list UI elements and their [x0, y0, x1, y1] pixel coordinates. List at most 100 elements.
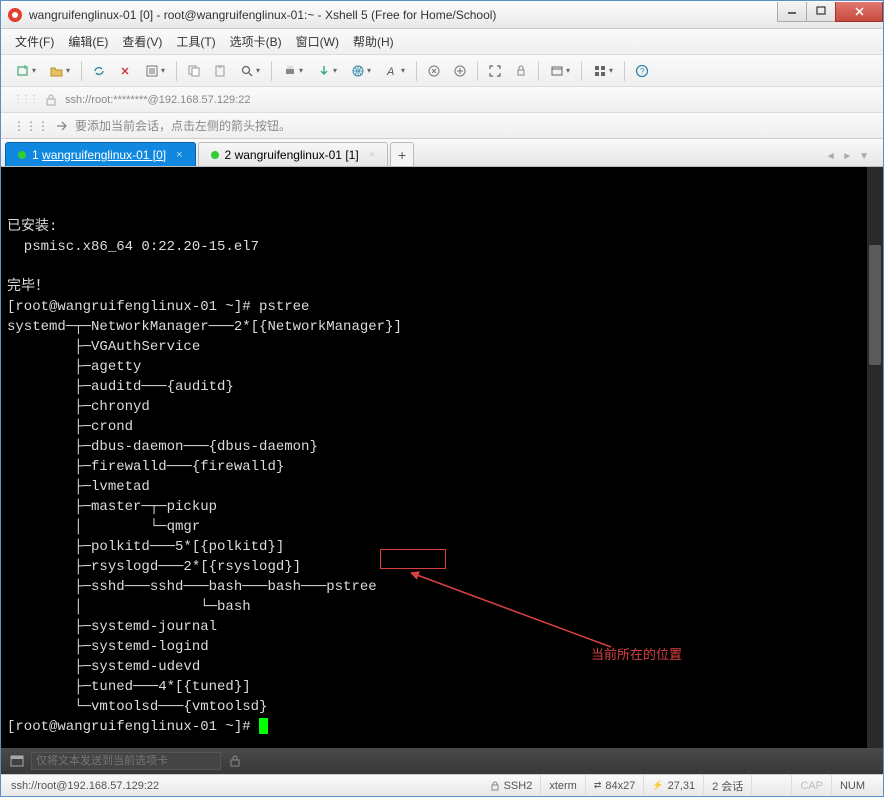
separator — [538, 61, 539, 81]
terminal-line: [root@wangruifenglinux-01 ~]# pstree — [7, 299, 309, 315]
menu-tabs[interactable]: 选项卡(B) — [230, 33, 282, 50]
status-address: ssh://root@192.168.57.129:22 — [11, 780, 482, 792]
send-input[interactable] — [31, 752, 221, 770]
status-ssh: SSH2 — [482, 775, 541, 796]
cursor — [259, 718, 268, 734]
terminal-line: ├─dbus-daemon───{dbus-daemon} — [7, 439, 318, 455]
terminal-line: ├─firewalld───{firewalld} — [7, 459, 284, 475]
address-text[interactable]: ssh://root:********@192.168.57.129:22 — [65, 94, 250, 106]
menu-view[interactable]: 查看(V) — [122, 33, 162, 50]
svg-text:A: A — [386, 66, 394, 78]
send-lock-icon[interactable] — [227, 753, 243, 769]
sessions-button[interactable] — [545, 60, 575, 82]
globe-button[interactable] — [346, 60, 376, 82]
window-title: wangruifenglinux-01 [0] - root@wangruife… — [29, 8, 778, 22]
terminal-line: ├─polkitd───5*[{polkitd}] — [7, 539, 284, 555]
session-tab-2[interactable]: 2 wangruifenglinux-01 [1] × — [198, 142, 389, 166]
menu-help[interactable]: 帮助(H) — [353, 33, 394, 50]
terminal[interactable]: 已安装: psmisc.x86_64 0:22.20-15.el7 完毕！ [r… — [1, 167, 883, 748]
layout-button[interactable] — [588, 60, 618, 82]
terminal-line: ├─agetty — [7, 359, 141, 375]
separator — [81, 61, 82, 81]
app-window: wangruifenglinux-01 [0] - root@wangruife… — [0, 0, 884, 797]
font-button[interactable]: A — [380, 60, 410, 82]
tab-number: 2 — [225, 148, 232, 162]
tab-close-icon[interactable]: × — [369, 149, 375, 161]
reconnect-button[interactable] — [88, 60, 110, 82]
grip-icon: ⋮⋮⋮ — [13, 94, 37, 105]
tab-number: 1 — [32, 148, 39, 162]
terminal-prompt: [root@wangruifenglinux-01 ~]# — [7, 719, 259, 735]
status-sessions: 2 会话 — [703, 775, 751, 796]
send-target-icon[interactable] — [9, 753, 25, 769]
add-session-icon[interactable] — [55, 119, 69, 133]
terminal-line: │ └─bash — [7, 599, 251, 615]
menu-window[interactable]: 窗口(W) — [296, 33, 339, 50]
terminal-line: ├─tuned───4*[{tuned}] — [7, 679, 251, 695]
terminal-line: ├─sshd───sshd───bash───bash───pstree — [7, 579, 377, 595]
properties-button[interactable] — [140, 60, 170, 82]
find-button[interactable] — [235, 60, 265, 82]
menubar: 文件(F) 编辑(E) 查看(V) 工具(T) 选项卡(B) 窗口(W) 帮助(… — [1, 29, 883, 55]
terminal-line: ├─auditd───{auditd} — [7, 379, 234, 395]
status-spacer — [751, 775, 791, 796]
status-term: xterm — [540, 775, 585, 796]
terminal-line: ├─rsyslogd───2*[{rsyslogd}] — [7, 559, 301, 575]
maximize-button[interactable] — [806, 2, 836, 22]
status-cap: CAP — [791, 775, 831, 796]
session-tab-1[interactable]: 1 wangruifenglinux-01 [0] × — [5, 142, 196, 166]
terminal-line: ├─VGAuthService — [7, 339, 200, 355]
hint-bar: ⋮⋮⋮ 要添加当前会话，点击左侧的箭头按钮。 — [1, 113, 883, 139]
status-pos: ⚡ 27,31 — [643, 775, 703, 796]
help-button[interactable]: ? — [631, 60, 653, 82]
separator — [271, 61, 272, 81]
terminal-line: ├─crond — [7, 419, 133, 435]
terminal-line: 已安装: — [7, 219, 57, 235]
menu-tools[interactable]: 工具(T) — [176, 33, 215, 50]
minimize-button[interactable] — [777, 2, 807, 22]
separator — [581, 61, 582, 81]
terminal-line: └─vmtoolsd───{vmtoolsd} — [7, 699, 267, 715]
terminal-line: ├─chronyd — [7, 399, 150, 415]
annotation-text: 当前所在的位置 — [591, 645, 682, 665]
status-size: ⇄ 84x27 — [585, 775, 644, 796]
paste-button[interactable] — [209, 60, 231, 82]
lock-icon — [490, 781, 500, 791]
lock-icon — [45, 94, 57, 106]
lock-button[interactable] — [510, 60, 532, 82]
grip-icon: ⋮⋮⋮ — [13, 119, 49, 133]
scroll-thumb[interactable] — [869, 245, 881, 365]
status-num: NUM — [831, 775, 873, 796]
terminal-line: ├─systemd-udevd — [7, 659, 200, 675]
terminal-line: psmisc.x86_64 0:22.20-15.el7 — [7, 239, 259, 255]
terminal-line: │ └─qmgr — [7, 519, 200, 535]
titlebar[interactable]: wangruifenglinux-01 [0] - root@wangruife… — [1, 1, 883, 29]
separator — [624, 61, 625, 81]
tab-nav-arrows[interactable]: ◄ ► ▼ — [818, 151, 879, 166]
menu-file[interactable]: 文件(F) — [15, 33, 54, 50]
scrollbar[interactable] — [867, 167, 883, 748]
fullscreen-button[interactable] — [484, 60, 506, 82]
status-dot-icon — [18, 151, 26, 159]
separator — [176, 61, 177, 81]
tab-bar: 1 wangruifenglinux-01 [0] × 2 wangruifen… — [1, 139, 883, 167]
xftp-button[interactable] — [449, 60, 471, 82]
menu-edit[interactable]: 编辑(E) — [68, 33, 108, 50]
transfer-button[interactable] — [312, 60, 342, 82]
terminal-line: ├─systemd-logind — [7, 639, 209, 655]
close-button[interactable] — [835, 2, 883, 22]
add-tab-button[interactable]: + — [390, 142, 414, 166]
copy-button[interactable] — [183, 60, 205, 82]
print-button[interactable] — [278, 60, 308, 82]
new-session-button[interactable] — [11, 60, 41, 82]
toolbar: A ? — [1, 55, 883, 87]
send-bar — [1, 748, 883, 774]
hint-text: 要添加当前会话，点击左侧的箭头按钮。 — [75, 117, 291, 134]
disconnect-button[interactable] — [114, 60, 136, 82]
svg-text:?: ? — [640, 67, 645, 76]
terminal-line: ├─master─┬─pickup — [7, 499, 217, 515]
terminal-line: ├─systemd-journal — [7, 619, 217, 635]
xagent-button[interactable] — [423, 60, 445, 82]
tab-close-icon[interactable]: × — [176, 149, 182, 161]
open-button[interactable] — [45, 60, 75, 82]
